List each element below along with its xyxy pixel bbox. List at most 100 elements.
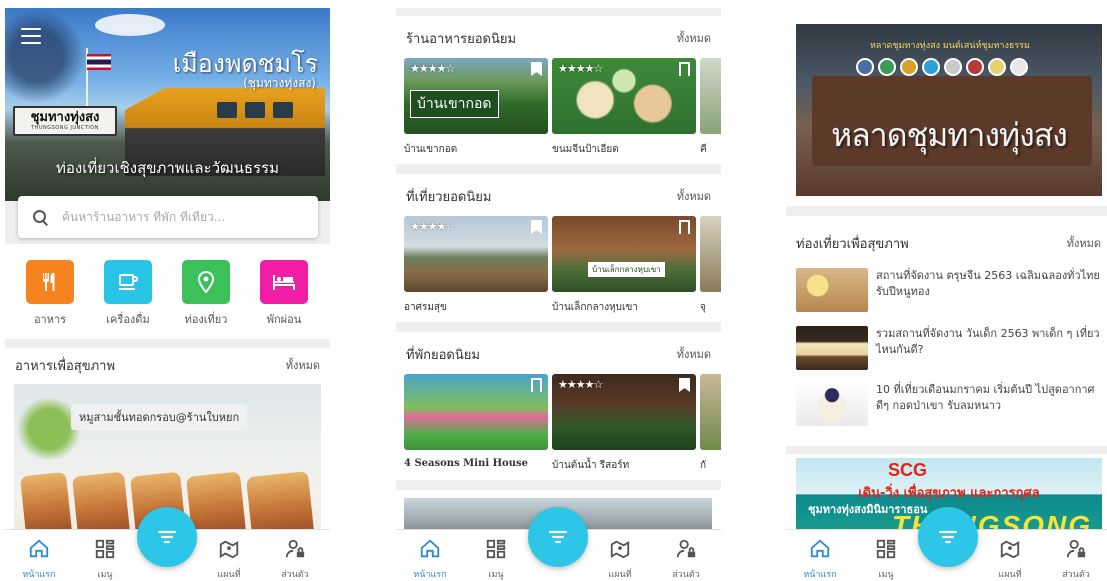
nav-map[interactable]: แผนที่ xyxy=(982,534,1038,581)
nav-home[interactable]: หน้าแรก xyxy=(402,534,458,581)
search-input[interactable] xyxy=(62,210,282,224)
section-title: ที่พักยอดนิยม xyxy=(406,347,480,363)
station-sign-en: THUNGSONG JUNCTION xyxy=(31,125,99,131)
user-lock-icon xyxy=(1066,539,1086,558)
nav-profile[interactable]: ส่วนตัว xyxy=(658,534,714,581)
restaurant-photo: ★★★★☆ xyxy=(552,58,696,134)
hamburger-menu-icon[interactable] xyxy=(21,28,41,44)
station-sign-text: ชุมทางทุ่งสง xyxy=(30,110,100,125)
bookmark-icon[interactable] xyxy=(679,220,690,234)
see-all-link[interactable]: ทั้งหมด xyxy=(677,187,711,205)
see-all-link[interactable]: ทั้งหมด xyxy=(1067,234,1101,252)
event-banner[interactable]: หลาดชุมทางทุ่งสง มนต์เสน่ห์ชุมทางธรรม หล… xyxy=(796,24,1102,196)
lodging-card[interactable]: 4 Seasons Mini House xyxy=(404,374,548,469)
bookmark-icon[interactable] xyxy=(531,220,542,234)
section-header: อาหารเพื่อสุขภาพ ทั้งหมด xyxy=(5,348,330,382)
article-item[interactable]: 10 ที่เที่ยวเดือนมกราคม เริ่มต้นปี ไปสูด… xyxy=(796,382,1102,430)
restaurant-card[interactable]: บ้านเขากอด ★★★★☆ บ้านเขากอด xyxy=(404,58,548,157)
nav-menu[interactable]: เมนู xyxy=(468,534,524,581)
explore-screen: ร้านอาหารยอดนิยม ทั้งหมด บ้านเขากอด ★★★★… xyxy=(396,8,721,581)
nav-home[interactable]: หน้าแรก xyxy=(11,534,67,581)
card-name: 4 Seasons Mini House xyxy=(404,458,528,469)
filter-button[interactable] xyxy=(918,507,978,567)
star-rating: ★★★★☆ xyxy=(558,62,603,75)
hero-banner: ชุมทางทุ่งสง THUNGSONG JUNCTION เมืองพดช… xyxy=(5,8,330,201)
bottom-nav: หน้าแรก เมนู แผนที่ ส่วนตัว xyxy=(786,507,1107,581)
lodging-photo xyxy=(404,374,548,450)
attraction-card[interactable]: จุ xyxy=(700,216,721,315)
grid-icon xyxy=(876,539,896,559)
logo-icon xyxy=(988,58,1006,76)
category-rest[interactable]: พักผ่อน xyxy=(249,260,319,328)
nav-menu[interactable]: เมนู xyxy=(77,534,133,581)
nav-menu[interactable]: เมนู xyxy=(858,534,914,581)
lodging-card[interactable]: กั xyxy=(700,374,721,473)
category-label: พักผ่อน xyxy=(266,313,302,326)
nav-label: แผนที่ xyxy=(217,570,241,580)
restaurant-card[interactable]: คี xyxy=(700,58,721,157)
filter-button[interactable] xyxy=(528,507,588,567)
popular-restaurants-section: ร้านอาหารยอดนิยม ทั้งหมด บ้านเขากอด ★★★★… xyxy=(396,16,721,164)
attraction-card[interactable]: ★★★★☆ อาศรมสุข xyxy=(404,216,548,315)
section-title: ร้านอาหารยอดนิยม xyxy=(406,31,517,47)
lodging-photo xyxy=(700,374,721,450)
article-item[interactable]: รวมสถานที่จัดงาน วันเด็ก 2563 พาเด็ก ๆ เ… xyxy=(796,326,1102,374)
nav-label: เมนู xyxy=(488,570,504,580)
bookmark-icon[interactable] xyxy=(531,378,542,392)
logo-icon xyxy=(878,58,896,76)
card-name: จุ xyxy=(700,302,706,313)
banner-title: หลาดชุมทางทุ่งสง xyxy=(831,116,1068,154)
nav-profile[interactable]: ส่วนตัว xyxy=(267,534,323,581)
see-all-link[interactable]: ทั้งหมด xyxy=(677,29,711,47)
bookmark-icon[interactable] xyxy=(679,62,690,76)
news-screen: หลาดชุมทางทุ่งสง มนต์เสน่ห์ชุมทางธรรม หล… xyxy=(786,8,1107,581)
card-name: ขนมจีนป้าเอียด xyxy=(552,144,619,155)
restaurant-sign: บ้านเขากอด xyxy=(410,90,499,118)
nav-label: เมนู xyxy=(97,570,113,580)
user-lock-icon xyxy=(676,539,696,558)
bookmark-icon[interactable] xyxy=(679,378,690,392)
search-icon xyxy=(32,209,48,225)
logo-icon xyxy=(900,58,918,76)
filter-icon xyxy=(938,530,958,544)
lodging-photo: ★★★★☆ xyxy=(552,374,696,450)
lodging-card[interactable]: ★★★★☆ บ้านต้นน้ำ รีสอร์ท xyxy=(552,374,696,473)
attraction-card[interactable]: บ้านเล็กกลางหุบเขา บ้านเล็กกลางหุบเขา xyxy=(552,216,696,315)
card-name: กั xyxy=(700,460,707,471)
filter-button[interactable] xyxy=(137,507,197,567)
scg-brand: SCG xyxy=(888,460,928,480)
restaurant-card[interactable]: ★★★★☆ ขนมจีนป้าเอียด xyxy=(552,58,696,157)
see-all-link[interactable]: ทั้งหมด xyxy=(286,356,320,374)
nav-label: หน้าแรก xyxy=(803,570,837,580)
logo-icon xyxy=(856,58,874,76)
nav-label: ส่วนตัว xyxy=(672,570,700,580)
section-title: อาหารเพื่อสุขภาพ xyxy=(15,358,116,374)
article-item[interactable]: สถานที่จัดงาน ตรุษจีน 2563 เฉลิมฉลองทั่ว… xyxy=(796,268,1102,316)
bookmark-icon[interactable] xyxy=(531,62,542,76)
map-pin-icon xyxy=(219,540,239,559)
search-bar[interactable] xyxy=(18,196,318,238)
article-thumbnail xyxy=(796,326,868,370)
attraction-photo xyxy=(700,216,721,292)
category-travel[interactable]: ท่องเที่ยว xyxy=(171,260,241,328)
home-icon xyxy=(29,539,49,558)
hero-tagline: ท่องเที่ยวเชิงสุขภาพและวัฒนธรรม xyxy=(56,159,279,177)
category-food[interactable]: อาหาร xyxy=(15,260,85,328)
star-rating: ★★★★☆ xyxy=(558,378,603,391)
card-name: บ้านเขากอด xyxy=(404,144,458,155)
category-label: ท่องเที่ยว xyxy=(184,313,228,326)
thai-flag-icon xyxy=(87,54,111,70)
section-title: ที่เที่ยวยอดนิยม xyxy=(406,189,492,205)
grid-icon xyxy=(486,539,506,559)
nav-map[interactable]: แผนที่ xyxy=(201,534,257,581)
map-pin-icon xyxy=(610,540,630,559)
logo-icon xyxy=(922,58,940,76)
nav-map[interactable]: แผนที่ xyxy=(592,534,648,581)
category-drinks[interactable]: เครื่องดื่ม xyxy=(93,260,163,328)
see-all-link[interactable]: ทั้งหมด xyxy=(677,345,711,363)
nav-home[interactable]: หน้าแรก xyxy=(792,534,848,581)
grid-icon xyxy=(95,539,115,559)
section-title: ท่องเที่ยวเพื่อสุขภาพ xyxy=(796,236,909,252)
attraction-photo: ★★★★☆ xyxy=(404,216,548,292)
nav-profile[interactable]: ส่วนตัว xyxy=(1048,534,1104,581)
